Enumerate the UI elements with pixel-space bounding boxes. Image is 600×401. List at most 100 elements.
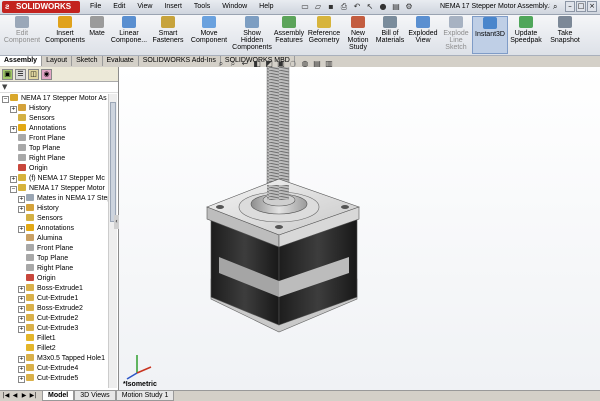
update-speedpak-button[interactable]: Update Speedpak — [508, 16, 544, 54]
tree-item-m3x0-5-tapped-hole1[interactable]: M3x0.5 Tapped Hole1 — [26, 354, 105, 364]
view-settings-icon[interactable]: ▥ — [324, 59, 334, 69]
graphics-viewport[interactable] — [119, 64, 600, 390]
select-icon[interactable]: ↖ — [365, 2, 375, 12]
tree-item-right-plane[interactable]: Right Plane — [18, 154, 65, 164]
tree-expand-toggle[interactable]: + — [10, 106, 17, 113]
tree-item-top-plane[interactable]: Top Plane — [26, 254, 68, 264]
tree-item-cut-extrude2[interactable]: Cut-Extrude2 — [26, 314, 78, 324]
menu-help[interactable]: Help — [253, 0, 279, 14]
tree-item-nema-17-stepper-motor-as[interactable]: NEMA 17 Stepper Motor As — [10, 94, 107, 104]
tab-assembly[interactable]: Assembly — [0, 56, 43, 66]
tree-item-front-plane[interactable]: Front Plane — [18, 134, 65, 144]
tree-item-origin[interactable]: Origin — [18, 164, 48, 174]
tree-item-cut-extrude4[interactable]: Cut-Extrude4 — [26, 364, 78, 374]
last-tab-icon[interactable]: ▶| — [29, 391, 37, 400]
tree-item-sensors[interactable]: Sensors — [18, 114, 55, 124]
apply-scene-icon[interactable]: ▤ — [312, 59, 322, 69]
tree-expand-toggle[interactable]: + — [18, 376, 25, 383]
undo-icon[interactable]: ↶ — [352, 2, 362, 12]
tree-expand-toggle[interactable]: − — [10, 186, 17, 193]
tab-evaluate[interactable]: Evaluate — [103, 56, 139, 66]
tree-expand-toggle[interactable]: + — [18, 206, 25, 213]
tree-expand-toggle[interactable]: + — [18, 226, 25, 233]
tree-expand-toggle[interactable]: + — [18, 326, 25, 333]
exploded-view-button[interactable]: Exploded View — [406, 16, 440, 54]
tree-item-annotations[interactable]: Annotations — [18, 124, 66, 134]
bill-of-materials-button[interactable]: Bill of Materials — [374, 16, 406, 54]
tab-sketch[interactable]: Sketch — [72, 56, 103, 66]
tree-item-cut-extrude5[interactable]: Cut-Extrude5 — [26, 374, 78, 384]
tree-filter[interactable]: ▼ — [0, 83, 118, 93]
tree-item-boss-extrude2[interactable]: Boss-Extrude2 — [26, 304, 83, 314]
instant3d-button[interactable]: Instant3D — [472, 16, 508, 54]
tree-item-annotations[interactable]: Annotations — [26, 224, 74, 234]
new-icon[interactable]: ▭ — [300, 2, 310, 12]
take-snapshot-button[interactable]: Take Snapshot — [544, 16, 586, 54]
tree-item-sensors[interactable]: Sensors — [26, 214, 63, 224]
move-component-button[interactable]: Move Component — [186, 16, 232, 54]
new-motion-study-button[interactable]: New Motion Study — [342, 16, 374, 54]
hide-show-items-icon[interactable]: ◌ — [288, 59, 298, 69]
feature-manager-tab-icon[interactable]: ▣ — [2, 69, 13, 80]
print-icon[interactable]: ⎙ — [339, 2, 349, 12]
linear-compone-button[interactable]: Linear Compone... — [108, 16, 150, 54]
tree-item-fillet2[interactable]: Fillet2 — [26, 344, 56, 354]
mate-button[interactable]: Mate — [86, 16, 108, 54]
zoom-to-area-icon[interactable]: ⌕ — [228, 59, 238, 69]
explode-line-sketch-button[interactable]: Explode Line Sketch — [440, 16, 472, 54]
menu-view[interactable]: View — [131, 0, 158, 14]
tree-item-history[interactable]: History — [18, 104, 51, 114]
open-icon[interactable]: ▱ — [313, 2, 323, 12]
tree-expand-toggle[interactable]: + — [18, 356, 25, 363]
reference-geometry-button[interactable]: Reference Geometry — [306, 16, 342, 54]
menu-file[interactable]: File — [84, 0, 107, 14]
scroll-thumb[interactable] — [110, 102, 116, 222]
insert-components-button[interactable]: Insert Components — [44, 16, 86, 54]
tree-item-alumina[interactable]: Alumina — [26, 234, 62, 244]
solidworks-logo[interactable]: ƨ SOLIDWORKS — [2, 1, 80, 13]
section-view-icon[interactable]: ◧ — [252, 59, 262, 69]
first-tab-icon[interactable]: |◀ — [2, 391, 10, 400]
tree-item-origin[interactable]: Origin — [26, 274, 56, 284]
filter-icon[interactable]: ▼ — [2, 83, 7, 92]
menu-edit[interactable]: Edit — [107, 0, 131, 14]
tree-item-front-plane[interactable]: Front Plane — [26, 244, 73, 254]
file-properties-icon[interactable]: ▤ — [391, 2, 401, 12]
motor-model[interactable] — [119, 64, 600, 390]
minimize-button[interactable]: – — [565, 1, 575, 12]
next-tab-icon[interactable]: ▶ — [20, 391, 28, 400]
edit-component-button[interactable]: Edit Component — [0, 16, 44, 54]
property-manager-tab-icon[interactable]: ☰ — [15, 69, 26, 80]
assembly-features-button[interactable]: Assembly Features — [272, 16, 306, 54]
menu-window[interactable]: Window — [216, 0, 253, 14]
menu-insert[interactable]: Insert — [158, 0, 188, 14]
tree-item-boss-extrude1[interactable]: Boss-Extrude1 — [26, 284, 83, 294]
tree-item-nema-17-stepper-motor[interactable]: NEMA 17 Stepper Motor — [18, 184, 105, 194]
smart-fasteners-button[interactable]: Smart Fasteners — [150, 16, 186, 54]
tree-expand-toggle[interactable]: + — [18, 306, 25, 313]
tree-expand-toggle[interactable]: + — [10, 176, 17, 183]
tree-item-cut-extrude1[interactable]: Cut-Extrude1 — [26, 294, 78, 304]
tree-item-f-nema-17-stepper-mc[interactable]: (f) NEMA 17 Stepper Mc — [18, 174, 105, 184]
edit-appearance-icon[interactable]: ◍ — [300, 59, 310, 69]
view-orientation-icon[interactable]: ◩ — [264, 59, 274, 69]
tree-expand-toggle[interactable]: + — [18, 296, 25, 303]
save-icon[interactable]: ▪ — [326, 2, 336, 12]
tree-expand-toggle[interactable]: + — [18, 366, 25, 373]
tab-layout[interactable]: Layout — [42, 56, 73, 66]
zoom-to-fit-icon[interactable]: ⌕ — [216, 59, 226, 69]
tree-expand-toggle[interactable]: + — [18, 316, 25, 323]
tab-solidworks-add-ins[interactable]: SOLIDWORKS Add-Ins — [139, 56, 221, 66]
tree-item-right-plane[interactable]: Right Plane — [26, 264, 73, 274]
prev-tab-icon[interactable]: ◀ — [11, 391, 19, 400]
display-style-icon[interactable]: ▣ — [276, 59, 286, 69]
rebuild-icon[interactable]: ● — [378, 2, 388, 12]
show-hidden-components-button[interactable]: Show Hidden Components — [232, 16, 272, 54]
tree-scrollbar[interactable] — [108, 94, 117, 388]
tree-item-mates-in-nema-17-step[interactable]: Mates in NEMA 17 Step — [26, 194, 108, 204]
options-icon[interactable]: ⚙ — [404, 2, 414, 12]
maximize-button[interactable]: □ — [576, 1, 586, 12]
tree-expand-toggle[interactable]: + — [10, 126, 17, 133]
tree-item-top-plane[interactable]: Top Plane — [18, 144, 60, 154]
previous-view-icon[interactable]: ↩ — [240, 59, 250, 69]
